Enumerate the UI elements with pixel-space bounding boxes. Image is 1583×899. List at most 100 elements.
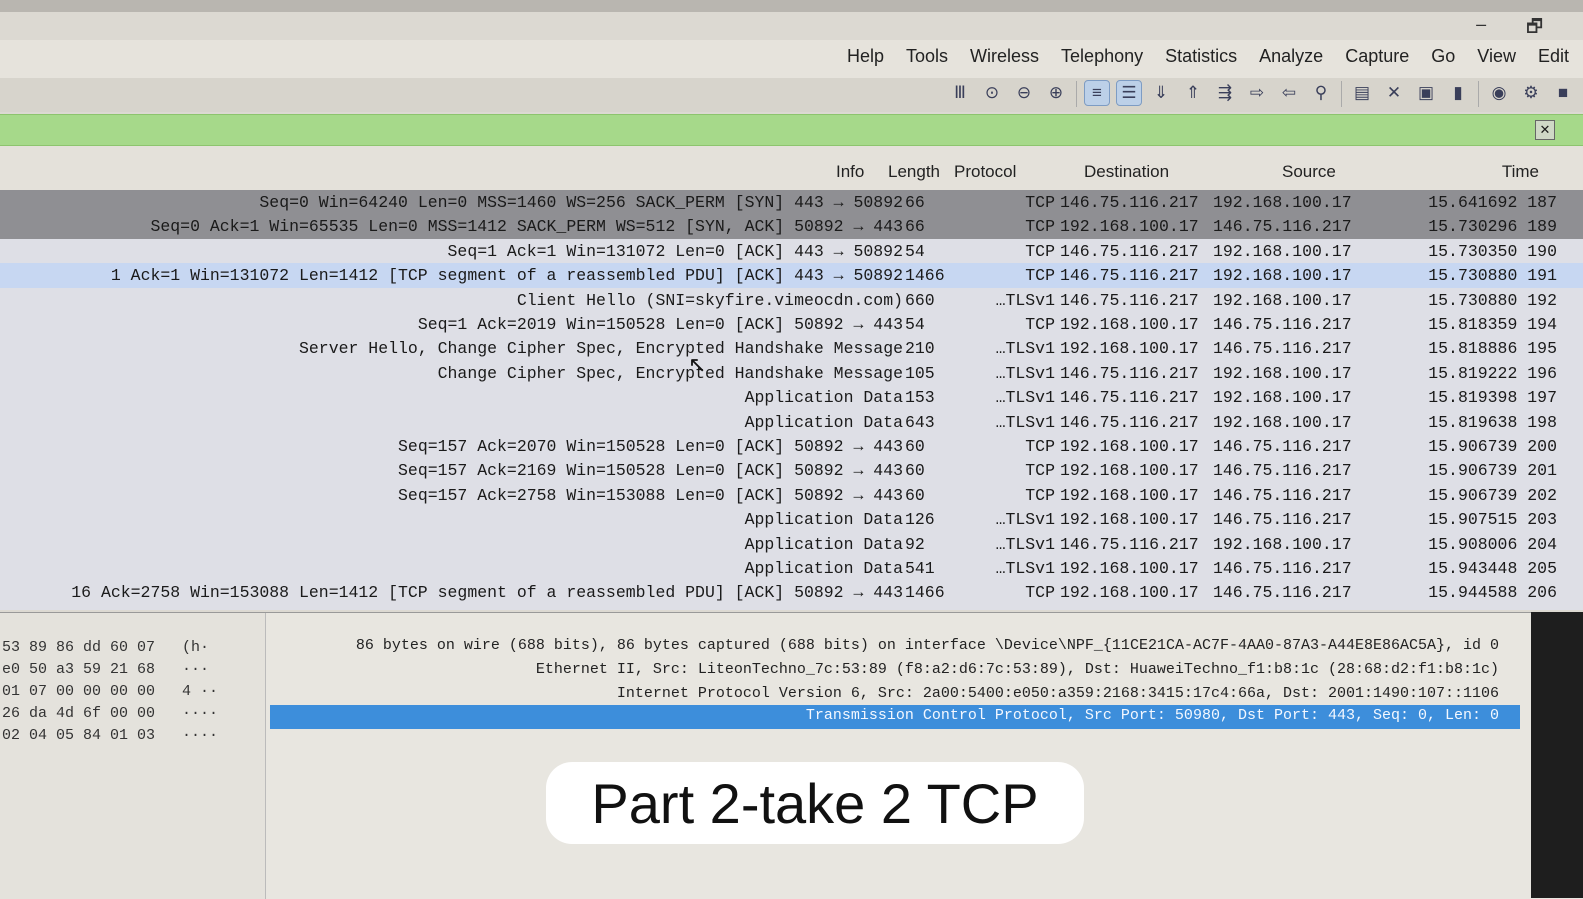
open-file-icon[interactable]: ▤ [1350, 81, 1374, 105]
clear-filter-icon[interactable]: ✕ [1535, 120, 1555, 140]
video-caption: Part 2-take 2 TCP [546, 762, 1084, 844]
hex-line[interactable]: 26 da 4d 6f 00 00 ···· [2, 705, 218, 722]
col-destination[interactable]: Destination [1084, 162, 1169, 182]
start-capture-icon[interactable]: ◉ [1487, 81, 1511, 105]
mouse-cursor-icon: ↖ [688, 352, 707, 377]
packet-row[interactable]: Seq=1 Ack=2019 Win=150528 Len=0 [ACK] 50… [0, 312, 1583, 337]
packet-source: 192.168.100.17 [1213, 290, 1352, 310]
colorize-icon[interactable]: ≡ [1084, 80, 1110, 106]
packet-source: 192.168.100.17 [1213, 534, 1352, 554]
packet-time-no: 15.641692 187 [1428, 193, 1557, 212]
packet-row[interactable]: Seq=157 Ack=2758 Win=153088 Len=0 [ACK] … [0, 483, 1583, 508]
zoom-out-icon[interactable]: ⊖ [1012, 81, 1036, 105]
packet-row[interactable]: Seq=0 Win=64240 Len=0 MSS=1460 WS=256 SA… [0, 190, 1583, 215]
packet-length: 66 [905, 193, 925, 212]
packet-length: 60 [905, 437, 925, 456]
packet-protocol: TCP [1025, 193, 1055, 212]
packet-row[interactable]: Seq=157 Ack=2070 Win=150528 Len=0 [ACK] … [0, 434, 1583, 459]
col-time[interactable]: Time [1502, 162, 1539, 182]
display-filter-bar[interactable]: ✕ [0, 114, 1583, 146]
packet-row[interactable]: Client Hello (SNI=skyfire.vimeocdn.com) 6… [0, 288, 1583, 313]
menu-analyze[interactable]: Analyze [1259, 46, 1323, 67]
toolbar-separator [1341, 81, 1342, 107]
menu-wireless[interactable]: Wireless [970, 46, 1039, 67]
auto-scroll-icon[interactable]: ☰ [1116, 80, 1142, 106]
packet-time: 15.907515 [1428, 510, 1518, 530]
go-back-icon[interactable]: ⇦ [1277, 81, 1301, 105]
col-info[interactable]: Info [836, 162, 864, 182]
go-forward-icon[interactable]: ⇨ [1245, 81, 1269, 105]
packet-protocol: TCP [1025, 315, 1055, 334]
menu-view[interactable]: View [1477, 46, 1516, 67]
packet-info: Application Data [744, 559, 903, 578]
packet-row[interactable]: 1 Ack=1 Win=131072 Len=1412 [TCP segment… [0, 263, 1583, 289]
packet-number: 202 [1527, 485, 1557, 505]
first-packet-icon[interactable]: ⇑ [1181, 81, 1205, 105]
toolbar-separator [1076, 81, 1077, 107]
menu-statistics[interactable]: Statistics [1165, 46, 1237, 67]
stop-icon[interactable]: ■ [1551, 81, 1575, 105]
packet-row[interactable]: Seq=1 Ack=1 Win=131072 Len=0 [ACK] 443 →… [0, 239, 1583, 264]
packet-source: 192.168.100.17 [1213, 388, 1352, 408]
resize-columns-icon[interactable]: Ⅲ [948, 81, 972, 105]
zoom-in-icon[interactable]: ⊕ [1044, 81, 1068, 105]
packet-row[interactable]: 16 Ack=2758 Win=153088 Len=1412 [TCP seg… [0, 580, 1583, 605]
packet-row[interactable]: Application Data 153 …TLSv1 146.75.116.217 1… [0, 385, 1583, 410]
tree-tcp[interactable]: Transmission Control Protocol, Src Port:… [805, 707, 1499, 724]
packet-time-no: 15.906739 200 [1428, 437, 1557, 456]
packet-destination: 192.168.100.17 [1060, 559, 1199, 578]
packet-time-no: 15.818359 194 [1428, 315, 1557, 334]
go-to-packet-icon[interactable]: ⇶ [1213, 81, 1237, 105]
packet-time: 15.944588 [1428, 583, 1518, 603]
packet-row[interactable]: Application Data 541 …TLSv1 192.168.100.17 1… [0, 556, 1583, 581]
packet-number: 196 [1527, 363, 1557, 383]
normal-size-icon[interactable]: ⊙ [980, 81, 1004, 105]
packet-row[interactable]: Application Data 643 …TLSv1 146.75.116.217 1… [0, 410, 1583, 435]
close-file-icon[interactable]: ✕ [1382, 81, 1406, 105]
packet-length: 54 [905, 315, 925, 334]
coloring-rules-icon[interactable]: ▮ [1446, 81, 1470, 105]
menu-go[interactable]: Go [1431, 46, 1455, 67]
last-packet-icon[interactable]: ⇓ [1149, 81, 1173, 105]
packet-row[interactable]: Application Data 126 …TLSv1 192.168.100.17 1… [0, 507, 1583, 532]
col-protocol[interactable]: Protocol [954, 162, 1016, 182]
menu-capture[interactable]: Capture [1345, 46, 1409, 67]
tree-frame[interactable]: 86 bytes on wire (688 bits), 86 bytes ca… [356, 637, 1499, 654]
tree-ethernet[interactable]: Ethernet II, Src: LiteonTechno_7c:53:89 … [536, 661, 1499, 678]
packet-source: 192.168.100.17 [1213, 241, 1352, 261]
hex-line[interactable]: e0 50 a3 59 21 68 ··· [2, 661, 209, 678]
packet-row[interactable]: Seq=0 Ack=1 Win=65535 Len=0 MSS=1412 SAC… [0, 214, 1583, 240]
packet-destination: 146.75.116.217 [1060, 290, 1199, 310]
hex-line[interactable]: 02 04 05 84 01 03 ···· [2, 727, 218, 744]
packet-destination: 146.75.116.217 [1060, 241, 1199, 261]
packet-time: 15.730350 [1428, 241, 1518, 261]
tree-ipv6[interactable]: Internet Protocol Version 6, Src: 2a00:5… [617, 685, 1499, 702]
col-length[interactable]: Length [888, 162, 940, 182]
col-source[interactable]: Source [1282, 162, 1336, 182]
packet-time: 15.730880 [1428, 290, 1518, 310]
find-packet-icon[interactable]: ⚲ [1309, 81, 1333, 105]
packet-info: 16 Ack=2758 Win=153088 Len=1412 [TCP seg… [71, 583, 903, 603]
menu-telephony[interactable]: Telephony [1061, 46, 1143, 67]
packet-row[interactable]: Server Hello, Change Cipher Spec, Encryp… [0, 336, 1583, 361]
menu-help[interactable]: Help [847, 46, 884, 67]
menu-edit[interactable]: Edit [1538, 46, 1569, 67]
packet-length: 643 [905, 412, 935, 432]
menu-tools[interactable]: Tools [906, 46, 948, 67]
packet-info: Seq=1 Ack=1 Win=131072 Len=0 [ACK] 443 →… [447, 241, 903, 261]
packet-info: Seq=157 Ack=2070 Win=150528 Len=0 [ACK] … [398, 437, 903, 456]
packet-info: 1 Ack=1 Win=131072 Len=1412 [TCP segment… [110, 266, 903, 286]
packet-source: 146.75.116.217 [1213, 437, 1352, 456]
hex-line[interactable]: 53 89 86 dd 60 07 (h· [2, 639, 209, 656]
packet-length: 66 [905, 217, 925, 237]
save-icon[interactable]: ▣ [1414, 81, 1438, 105]
packet-row[interactable]: Change Cipher Spec, Encrypted Handshake … [0, 361, 1583, 386]
options-gear-icon[interactable]: ⚙ [1519, 81, 1543, 105]
hex-line[interactable]: 01 07 00 00 00 00 4 ·· [2, 683, 218, 700]
screen-edge-shadow [1531, 612, 1583, 898]
packet-length: 92 [905, 534, 925, 554]
packet-time: 15.818359 [1428, 315, 1518, 334]
packet-row[interactable]: Seq=157 Ack=2169 Win=150528 Len=0 [ACK] … [0, 458, 1583, 483]
toolbar-separator [1478, 81, 1479, 107]
packet-row[interactable]: Application Data 92 …TLSv1 146.75.116.217 19… [0, 532, 1583, 557]
